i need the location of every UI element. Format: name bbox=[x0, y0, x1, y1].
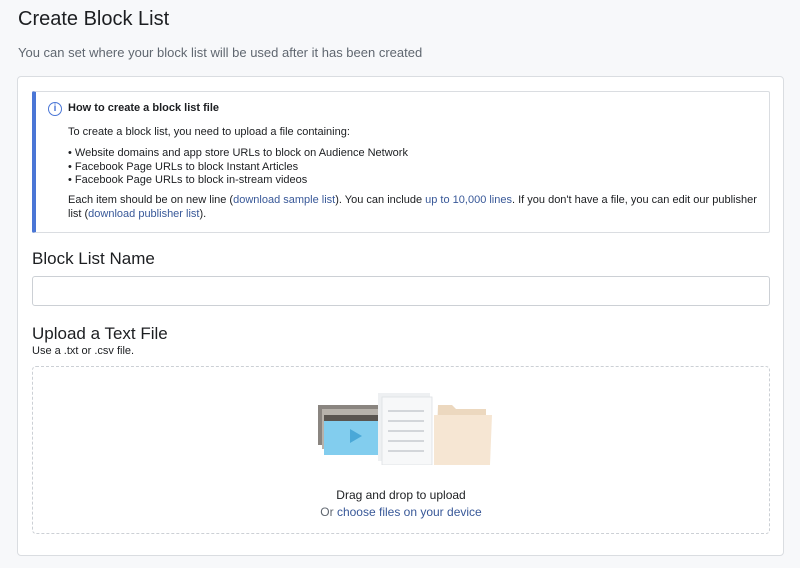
info-icon: i bbox=[48, 102, 62, 116]
list-item: Website domains and app store URLs to bl… bbox=[68, 147, 408, 161]
upload-file-label: Upload a Text File bbox=[32, 324, 168, 343]
or-text: Or bbox=[320, 505, 337, 519]
create-block-list-page: Create Block List You can set where your… bbox=[0, 0, 800, 568]
download-publisher-list-link[interactable]: download publisher list bbox=[88, 208, 199, 220]
upload-hint: Use a .txt or .csv file. bbox=[32, 345, 135, 357]
list-item: Facebook Page URLs to block Instant Arti… bbox=[68, 161, 408, 175]
info-title: How to create a block list file bbox=[68, 102, 219, 114]
block-list-name-label: Block List Name bbox=[32, 249, 155, 268]
info-intro: To create a block list, you need to uplo… bbox=[68, 126, 350, 138]
info-footer: Each item should be on new line (downloa… bbox=[68, 194, 768, 221]
form-card: i How to create a block list file To cre… bbox=[17, 76, 784, 556]
info-box: i How to create a block list file To cre… bbox=[32, 91, 770, 233]
drag-drop-text: Drag and drop to upload bbox=[336, 488, 466, 502]
page-title: Create Block List bbox=[18, 8, 170, 30]
info-footer-text: Each item should be on new line ( bbox=[68, 194, 234, 206]
choose-files-link[interactable]: choose files on your device bbox=[337, 505, 482, 519]
info-list: Website domains and app store URLs to bl… bbox=[68, 147, 408, 188]
info-footer-text: ). You can include bbox=[335, 194, 426, 206]
file-dropzone[interactable]: Drag and drop to upload Or choose files … bbox=[32, 366, 770, 534]
download-sample-list-link[interactable]: download sample list bbox=[233, 194, 335, 206]
block-list-name-input[interactable] bbox=[32, 276, 770, 306]
page-subtitle: You can set where your block list will b… bbox=[18, 45, 423, 60]
info-footer-text: ). bbox=[199, 207, 207, 220]
list-item: Facebook Page URLs to block in-stream vi… bbox=[68, 174, 408, 188]
line-limit-link[interactable]: up to 10,000 lines bbox=[425, 194, 512, 206]
choose-files-line: Or choose files on your device bbox=[33, 505, 769, 519]
file-upload-illustration-icon bbox=[318, 393, 492, 465]
